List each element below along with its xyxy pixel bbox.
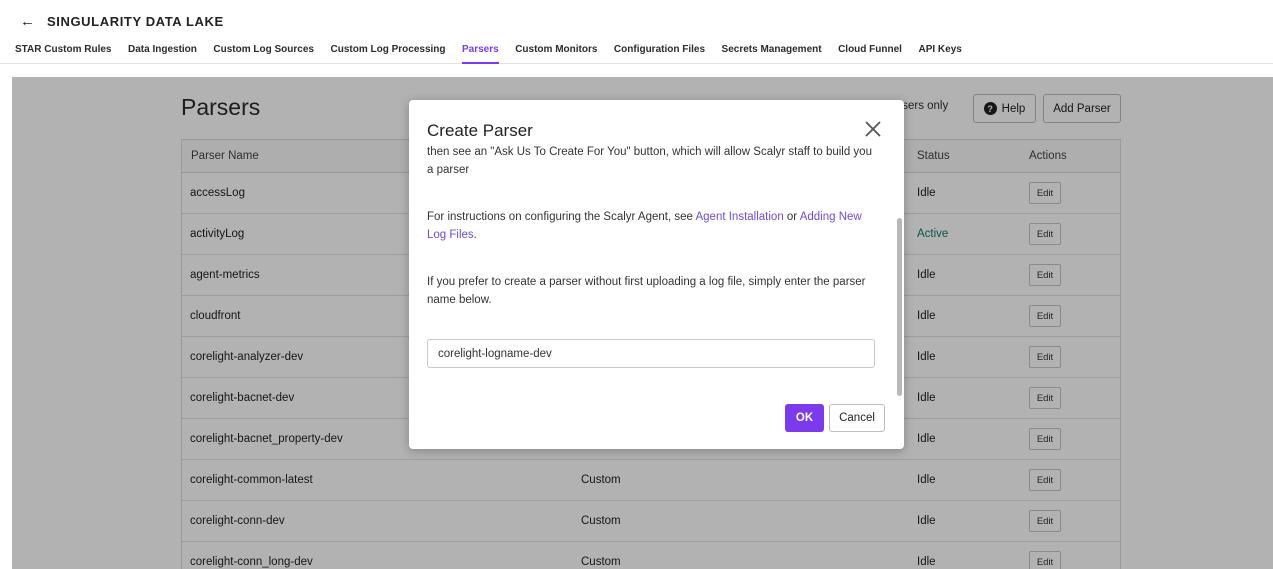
instructions-or: or (783, 211, 800, 223)
tab-parsers[interactable]: Parsers (462, 44, 499, 64)
parser-name-input[interactable] (427, 339, 875, 368)
arrow-left-icon[interactable]: ← (20, 13, 35, 30)
tab-secrets-management[interactable]: Secrets Management (722, 44, 822, 64)
nav-tabs: STAR Custom Rules Data Ingestion Custom … (15, 44, 978, 64)
dialog-paragraph-ask-us: then see an "Ask Us To Create For You" b… (427, 146, 872, 176)
tab-configuration-files[interactable]: Configuration Files (614, 44, 705, 64)
tab-custom-monitors[interactable]: Custom Monitors (515, 44, 597, 64)
agent-installation-link[interactable]: Agent Installation (695, 211, 783, 223)
close-icon[interactable] (862, 118, 884, 140)
tab-cloud-funnel[interactable]: Cloud Funnel (838, 44, 902, 64)
app-title: SINGULARITY DATA LAKE (47, 14, 224, 29)
tab-star-custom-rules[interactable]: STAR Custom Rules (15, 44, 112, 64)
tab-custom-log-sources[interactable]: Custom Log Sources (213, 44, 314, 64)
instructions-period: . (473, 228, 477, 241)
ok-button[interactable]: OK (785, 404, 824, 432)
dialog-paragraph-instructions: For instructions on configuring the Scal… (427, 209, 877, 244)
tab-api-keys[interactable]: API Keys (918, 44, 961, 64)
create-parser-dialog: Create Parser then see an "Ask Us To Cre… (409, 100, 904, 449)
top-header: ← SINGULARITY DATA LAKE STAR Custom Rule… (0, 0, 1273, 64)
tab-custom-log-processing[interactable]: Custom Log Processing (330, 44, 445, 64)
dialog-title: Create Parser (427, 121, 533, 140)
dialog-scrollbar[interactable] (897, 218, 902, 396)
instructions-text: For instructions on configuring the Scal… (427, 211, 696, 223)
dialog-paragraph-enter-name: If you prefer to create a parser without… (427, 276, 866, 306)
cancel-button[interactable]: Cancel (829, 404, 885, 432)
tab-data-ingestion[interactable]: Data Ingestion (128, 44, 197, 64)
